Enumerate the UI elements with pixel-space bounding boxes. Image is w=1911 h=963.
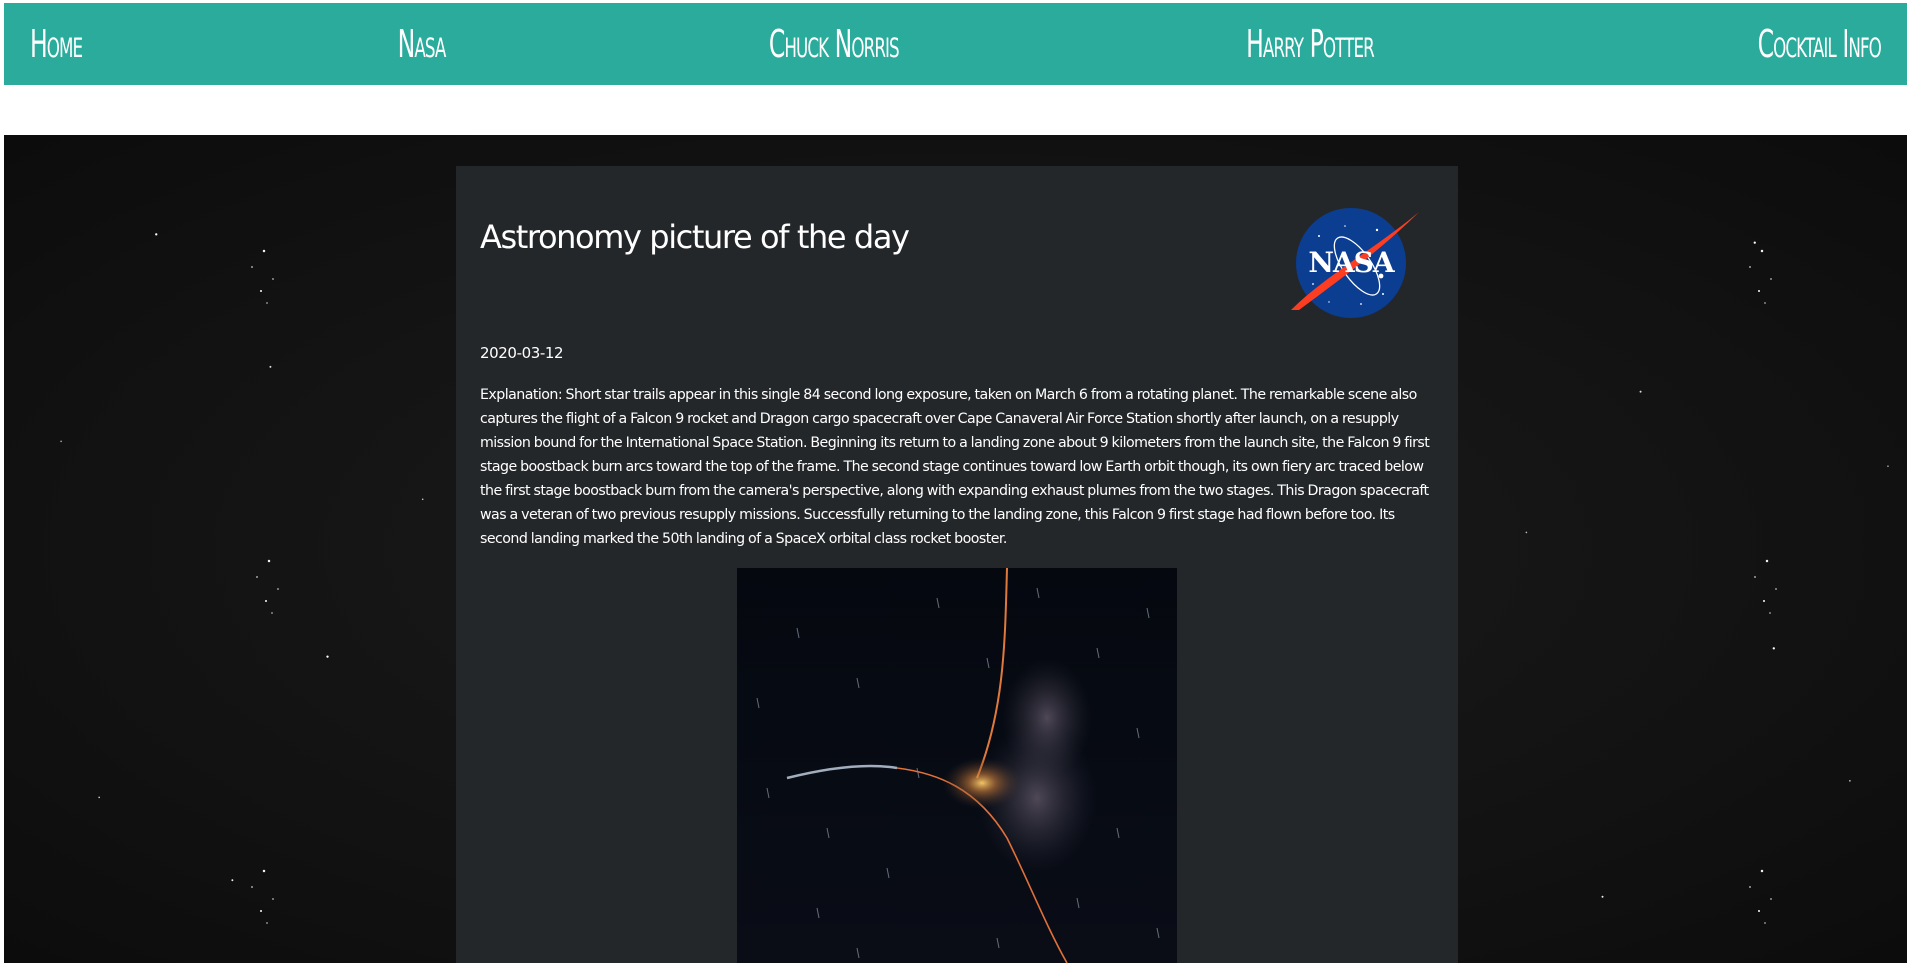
star-cluster [234,855,294,935]
rocket-launch-photo-icon [756,568,1160,963]
apod-explanation: Explanation: Short star trails appear in… [480,387,1430,547]
star-cluster [239,545,299,625]
nav-link-cocktail-info[interactable]: Cocktail Info [1758,22,1882,66]
page-title: Astronomy picture of the day [480,218,910,256]
top-navbar: Home Nasa Chuck Norris Harry Potter Cock… [4,3,1907,85]
apod-date: 2020-03-12 [480,344,564,362]
star-cluster [234,235,294,315]
apod-image [737,568,1177,963]
nav-link-chuck-norris[interactable]: Chuck Norris [769,22,900,66]
nav-link-home[interactable]: Home [30,22,83,66]
nasa-logo-wordmark: NASA [1308,246,1396,279]
star-cluster [1732,855,1792,935]
apod-card: Astronomy picture of the day NASA 2020-0… [456,166,1458,963]
nav-link-harry-potter[interactable]: Harry Potter [1246,22,1375,66]
star-cluster [1737,545,1797,625]
star-cluster [1732,235,1792,315]
nav-link-nasa[interactable]: Nasa [398,22,447,66]
nasa-logo-icon: NASA [1291,208,1419,318]
